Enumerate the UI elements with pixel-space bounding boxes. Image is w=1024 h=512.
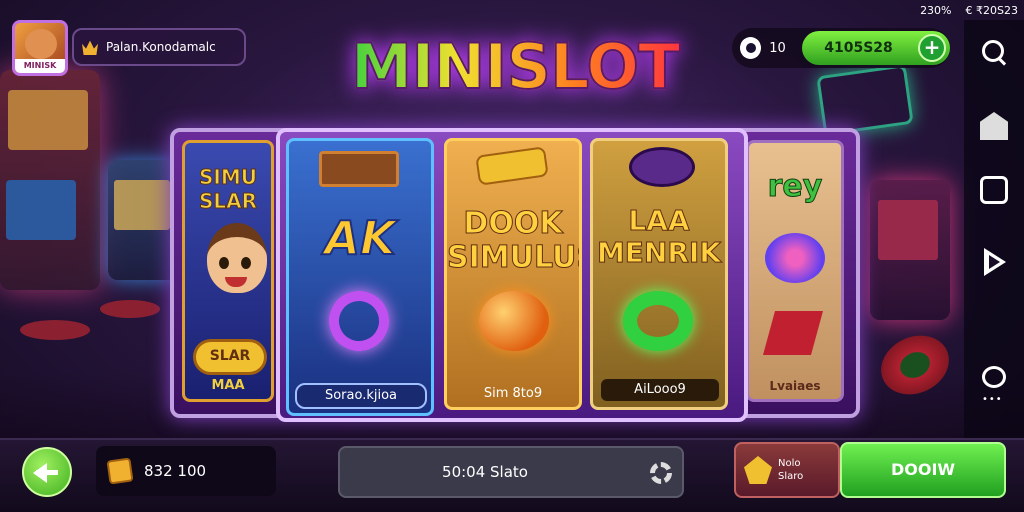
plum-symbol-icon xyxy=(629,147,695,187)
reel-side-left-text: SIMU SLAR xyxy=(198,165,258,214)
bet-button[interactable]: Nolo Slaro xyxy=(734,442,840,498)
chest-icon xyxy=(106,457,134,485)
chat-icon[interactable] xyxy=(982,366,1006,388)
currency-bar: 10 4105S28 + xyxy=(732,28,950,68)
bet-label: Nolo Slaro xyxy=(778,458,804,482)
reel-2-symbol: DOOK SIMULUS xyxy=(447,206,579,275)
avatar-tag: MINISK xyxy=(15,59,65,73)
game-status-text: 50:04 Slato xyxy=(442,463,528,481)
stool xyxy=(100,300,160,318)
plus-icon[interactable]: + xyxy=(918,34,946,62)
reel-3[interactable]: LAA MENRIK AiLooo9 xyxy=(590,138,728,410)
character-face-icon xyxy=(207,223,267,293)
game-title: MINISLOT xyxy=(340,29,690,120)
red-gem-symbol-icon xyxy=(763,311,823,355)
bar-symbol-text: SLAR xyxy=(209,348,251,364)
reel-2[interactable]: DOOK SIMULUS Sim 8to9 xyxy=(444,138,582,410)
reel-1-symbol: AK xyxy=(323,210,396,266)
gold-bar-symbol-icon xyxy=(475,146,549,186)
chest-symbol-icon xyxy=(319,151,399,187)
tab-icon[interactable] xyxy=(980,176,1008,204)
bar-symbol-icon: SLAR xyxy=(193,339,267,375)
more-dots-icon[interactable]: ••• xyxy=(982,394,1003,405)
wallet-amount: 832 100 xyxy=(144,462,207,480)
coin-count: 10 xyxy=(769,40,786,56)
back-arrow-icon[interactable] xyxy=(22,447,72,497)
reel-2-label: Sim 8to9 xyxy=(483,386,543,401)
balance-value: 4105S28 xyxy=(824,40,893,56)
reel-3-symbol: LAA MENRIK xyxy=(596,204,722,269)
swirl-symbol-icon xyxy=(765,233,825,283)
orb-symbol-icon xyxy=(479,291,549,351)
reel-side-left: SIMU SLAR SLAR MAA xyxy=(182,140,274,402)
ring-symbol-icon xyxy=(320,282,398,360)
reel-side-right: rey Lvaiaes xyxy=(746,140,844,402)
profile-name-pill[interactable]: Palan.Konodamalc xyxy=(72,28,246,66)
gear-icon[interactable] xyxy=(650,462,672,484)
avatar[interactable]: MINISK xyxy=(12,20,68,76)
play-icon[interactable] xyxy=(980,248,1008,276)
system-status-bar: 230% € ₹20S23 xyxy=(920,2,1018,18)
status-left: 230% xyxy=(920,3,952,17)
balance-button[interactable]: 4105S28 + xyxy=(802,31,950,65)
profile-name: Palan.Konodamalc xyxy=(106,40,216,54)
spin-button[interactable]: DOOIW xyxy=(840,442,1006,498)
reel-side-right-label: Lvaiaes xyxy=(769,379,821,393)
search-icon[interactable] xyxy=(980,38,1008,66)
status-right: € ₹20S23 xyxy=(965,3,1018,17)
green-ring-symbol-icon xyxy=(623,291,693,351)
reel-side-right-text: rey xyxy=(767,169,823,205)
stool xyxy=(20,320,90,340)
eye-icon[interactable] xyxy=(740,37,762,59)
reel-side-left-label: MAA xyxy=(211,378,245,393)
crown-icon xyxy=(82,40,98,55)
reel-1[interactable]: AK Sorao.kjioa xyxy=(286,138,434,416)
bet-icon xyxy=(744,456,772,484)
arcade-cabinet-left xyxy=(0,70,100,290)
arcade-cabinet-right xyxy=(870,180,950,320)
neon-sign xyxy=(816,64,914,136)
reel-3-label: AiLooo9 xyxy=(601,379,719,401)
game-status-field: 50:04 Slato xyxy=(338,446,684,498)
reel-1-label: Sorao.kjioa xyxy=(295,383,427,409)
arcade-cabinet-left-2 xyxy=(108,160,178,280)
wallet-display: 832 100 xyxy=(96,446,276,496)
